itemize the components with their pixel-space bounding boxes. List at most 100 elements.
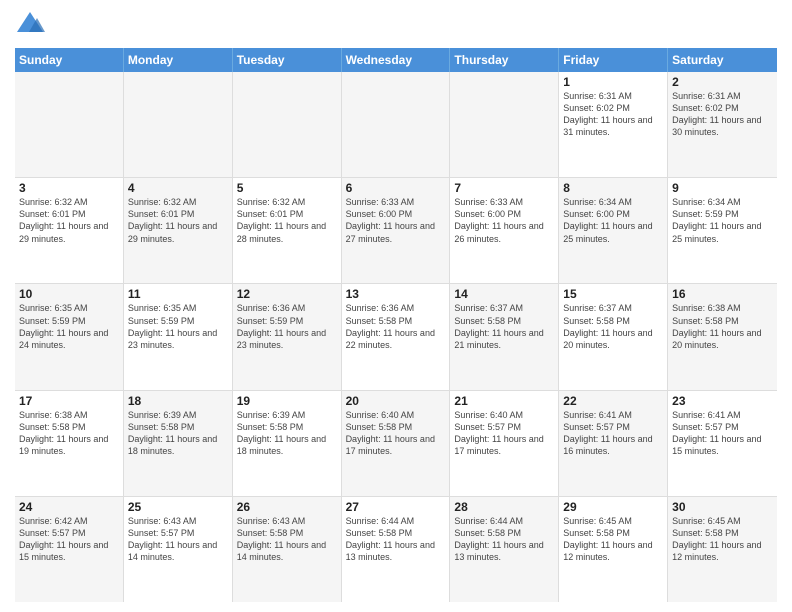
day-info: Sunrise: 6:45 AM Sunset: 5:58 PM Dayligh… — [563, 515, 663, 564]
calendar-row: 10Sunrise: 6:35 AM Sunset: 5:59 PM Dayli… — [15, 284, 777, 390]
calendar-cell: 16Sunrise: 6:38 AM Sunset: 5:58 PM Dayli… — [668, 284, 777, 389]
day-info: Sunrise: 6:31 AM Sunset: 6:02 PM Dayligh… — [563, 90, 663, 139]
day-number: 7 — [454, 181, 554, 195]
day-info: Sunrise: 6:41 AM Sunset: 5:57 PM Dayligh… — [563, 409, 663, 458]
day-number: 26 — [237, 500, 337, 514]
day-number: 24 — [19, 500, 119, 514]
calendar-cell: 22Sunrise: 6:41 AM Sunset: 5:57 PM Dayli… — [559, 391, 668, 496]
day-info: Sunrise: 6:38 AM Sunset: 5:58 PM Dayligh… — [19, 409, 119, 458]
day-info: Sunrise: 6:37 AM Sunset: 5:58 PM Dayligh… — [563, 302, 663, 351]
day-number: 28 — [454, 500, 554, 514]
calendar-cell: 23Sunrise: 6:41 AM Sunset: 5:57 PM Dayli… — [668, 391, 777, 496]
day-info: Sunrise: 6:33 AM Sunset: 6:00 PM Dayligh… — [346, 196, 446, 245]
calendar-header: SundayMondayTuesdayWednesdayThursdayFrid… — [15, 48, 777, 72]
calendar-cell: 6Sunrise: 6:33 AM Sunset: 6:00 PM Daylig… — [342, 178, 451, 283]
page: SundayMondayTuesdayWednesdayThursdayFrid… — [0, 0, 792, 612]
day-number: 15 — [563, 287, 663, 301]
calendar-cell: 13Sunrise: 6:36 AM Sunset: 5:58 PM Dayli… — [342, 284, 451, 389]
day-number: 14 — [454, 287, 554, 301]
day-number: 22 — [563, 394, 663, 408]
calendar-cell: 8Sunrise: 6:34 AM Sunset: 6:00 PM Daylig… — [559, 178, 668, 283]
day-number: 4 — [128, 181, 228, 195]
day-number: 2 — [672, 75, 773, 89]
calendar: SundayMondayTuesdayWednesdayThursdayFrid… — [15, 48, 777, 602]
calendar-cell: 2Sunrise: 6:31 AM Sunset: 6:02 PM Daylig… — [668, 72, 777, 177]
calendar-row: 17Sunrise: 6:38 AM Sunset: 5:58 PM Dayli… — [15, 391, 777, 497]
calendar-cell: 1Sunrise: 6:31 AM Sunset: 6:02 PM Daylig… — [559, 72, 668, 177]
calendar-cell: 27Sunrise: 6:44 AM Sunset: 5:58 PM Dayli… — [342, 497, 451, 602]
logo — [15, 10, 48, 40]
calendar-cell: 4Sunrise: 6:32 AM Sunset: 6:01 PM Daylig… — [124, 178, 233, 283]
day-number: 20 — [346, 394, 446, 408]
day-number: 30 — [672, 500, 773, 514]
day-info: Sunrise: 6:37 AM Sunset: 5:58 PM Dayligh… — [454, 302, 554, 351]
calendar-row: 24Sunrise: 6:42 AM Sunset: 5:57 PM Dayli… — [15, 497, 777, 602]
weekday-header: Thursday — [450, 48, 559, 72]
day-info: Sunrise: 6:42 AM Sunset: 5:57 PM Dayligh… — [19, 515, 119, 564]
day-info: Sunrise: 6:44 AM Sunset: 5:58 PM Dayligh… — [454, 515, 554, 564]
calendar-cell — [124, 72, 233, 177]
calendar-cell — [450, 72, 559, 177]
day-number: 27 — [346, 500, 446, 514]
day-number: 19 — [237, 394, 337, 408]
day-number: 17 — [19, 394, 119, 408]
day-info: Sunrise: 6:32 AM Sunset: 6:01 PM Dayligh… — [128, 196, 228, 245]
day-info: Sunrise: 6:40 AM Sunset: 5:58 PM Dayligh… — [346, 409, 446, 458]
day-number: 12 — [237, 287, 337, 301]
day-info: Sunrise: 6:31 AM Sunset: 6:02 PM Dayligh… — [672, 90, 773, 139]
day-info: Sunrise: 6:35 AM Sunset: 5:59 PM Dayligh… — [19, 302, 119, 351]
day-info: Sunrise: 6:38 AM Sunset: 5:58 PM Dayligh… — [672, 302, 773, 351]
calendar-cell: 25Sunrise: 6:43 AM Sunset: 5:57 PM Dayli… — [124, 497, 233, 602]
day-number: 1 — [563, 75, 663, 89]
calendar-cell: 9Sunrise: 6:34 AM Sunset: 5:59 PM Daylig… — [668, 178, 777, 283]
calendar-cell: 24Sunrise: 6:42 AM Sunset: 5:57 PM Dayli… — [15, 497, 124, 602]
calendar-cell: 12Sunrise: 6:36 AM Sunset: 5:59 PM Dayli… — [233, 284, 342, 389]
day-number: 29 — [563, 500, 663, 514]
calendar-row: 1Sunrise: 6:31 AM Sunset: 6:02 PM Daylig… — [15, 72, 777, 178]
calendar-body: 1Sunrise: 6:31 AM Sunset: 6:02 PM Daylig… — [15, 72, 777, 602]
day-number: 25 — [128, 500, 228, 514]
calendar-cell: 28Sunrise: 6:44 AM Sunset: 5:58 PM Dayli… — [450, 497, 559, 602]
calendar-cell: 20Sunrise: 6:40 AM Sunset: 5:58 PM Dayli… — [342, 391, 451, 496]
calendar-cell: 29Sunrise: 6:45 AM Sunset: 5:58 PM Dayli… — [559, 497, 668, 602]
day-info: Sunrise: 6:45 AM Sunset: 5:58 PM Dayligh… — [672, 515, 773, 564]
day-info: Sunrise: 6:40 AM Sunset: 5:57 PM Dayligh… — [454, 409, 554, 458]
calendar-cell: 26Sunrise: 6:43 AM Sunset: 5:58 PM Dayli… — [233, 497, 342, 602]
day-info: Sunrise: 6:34 AM Sunset: 5:59 PM Dayligh… — [672, 196, 773, 245]
calendar-cell: 17Sunrise: 6:38 AM Sunset: 5:58 PM Dayli… — [15, 391, 124, 496]
day-number: 5 — [237, 181, 337, 195]
day-info: Sunrise: 6:44 AM Sunset: 5:58 PM Dayligh… — [346, 515, 446, 564]
logo-icon — [15, 10, 45, 40]
calendar-cell: 3Sunrise: 6:32 AM Sunset: 6:01 PM Daylig… — [15, 178, 124, 283]
day-info: Sunrise: 6:32 AM Sunset: 6:01 PM Dayligh… — [19, 196, 119, 245]
day-number: 10 — [19, 287, 119, 301]
calendar-cell — [15, 72, 124, 177]
weekday-header: Sunday — [15, 48, 124, 72]
day-number: 11 — [128, 287, 228, 301]
day-number: 13 — [346, 287, 446, 301]
calendar-cell: 7Sunrise: 6:33 AM Sunset: 6:00 PM Daylig… — [450, 178, 559, 283]
calendar-cell: 11Sunrise: 6:35 AM Sunset: 5:59 PM Dayli… — [124, 284, 233, 389]
calendar-cell — [342, 72, 451, 177]
day-info: Sunrise: 6:39 AM Sunset: 5:58 PM Dayligh… — [128, 409, 228, 458]
calendar-cell: 5Sunrise: 6:32 AM Sunset: 6:01 PM Daylig… — [233, 178, 342, 283]
day-info: Sunrise: 6:36 AM Sunset: 5:59 PM Dayligh… — [237, 302, 337, 351]
day-number: 6 — [346, 181, 446, 195]
weekday-header: Saturday — [668, 48, 777, 72]
weekday-header: Tuesday — [233, 48, 342, 72]
calendar-cell — [233, 72, 342, 177]
day-info: Sunrise: 6:35 AM Sunset: 5:59 PM Dayligh… — [128, 302, 228, 351]
day-info: Sunrise: 6:34 AM Sunset: 6:00 PM Dayligh… — [563, 196, 663, 245]
day-info: Sunrise: 6:33 AM Sunset: 6:00 PM Dayligh… — [454, 196, 554, 245]
day-number: 3 — [19, 181, 119, 195]
calendar-cell: 18Sunrise: 6:39 AM Sunset: 5:58 PM Dayli… — [124, 391, 233, 496]
calendar-cell: 19Sunrise: 6:39 AM Sunset: 5:58 PM Dayli… — [233, 391, 342, 496]
calendar-cell: 10Sunrise: 6:35 AM Sunset: 5:59 PM Dayli… — [15, 284, 124, 389]
day-info: Sunrise: 6:43 AM Sunset: 5:58 PM Dayligh… — [237, 515, 337, 564]
day-number: 16 — [672, 287, 773, 301]
day-number: 23 — [672, 394, 773, 408]
day-number: 21 — [454, 394, 554, 408]
calendar-row: 3Sunrise: 6:32 AM Sunset: 6:01 PM Daylig… — [15, 178, 777, 284]
weekday-header: Wednesday — [342, 48, 451, 72]
weekday-header: Monday — [124, 48, 233, 72]
